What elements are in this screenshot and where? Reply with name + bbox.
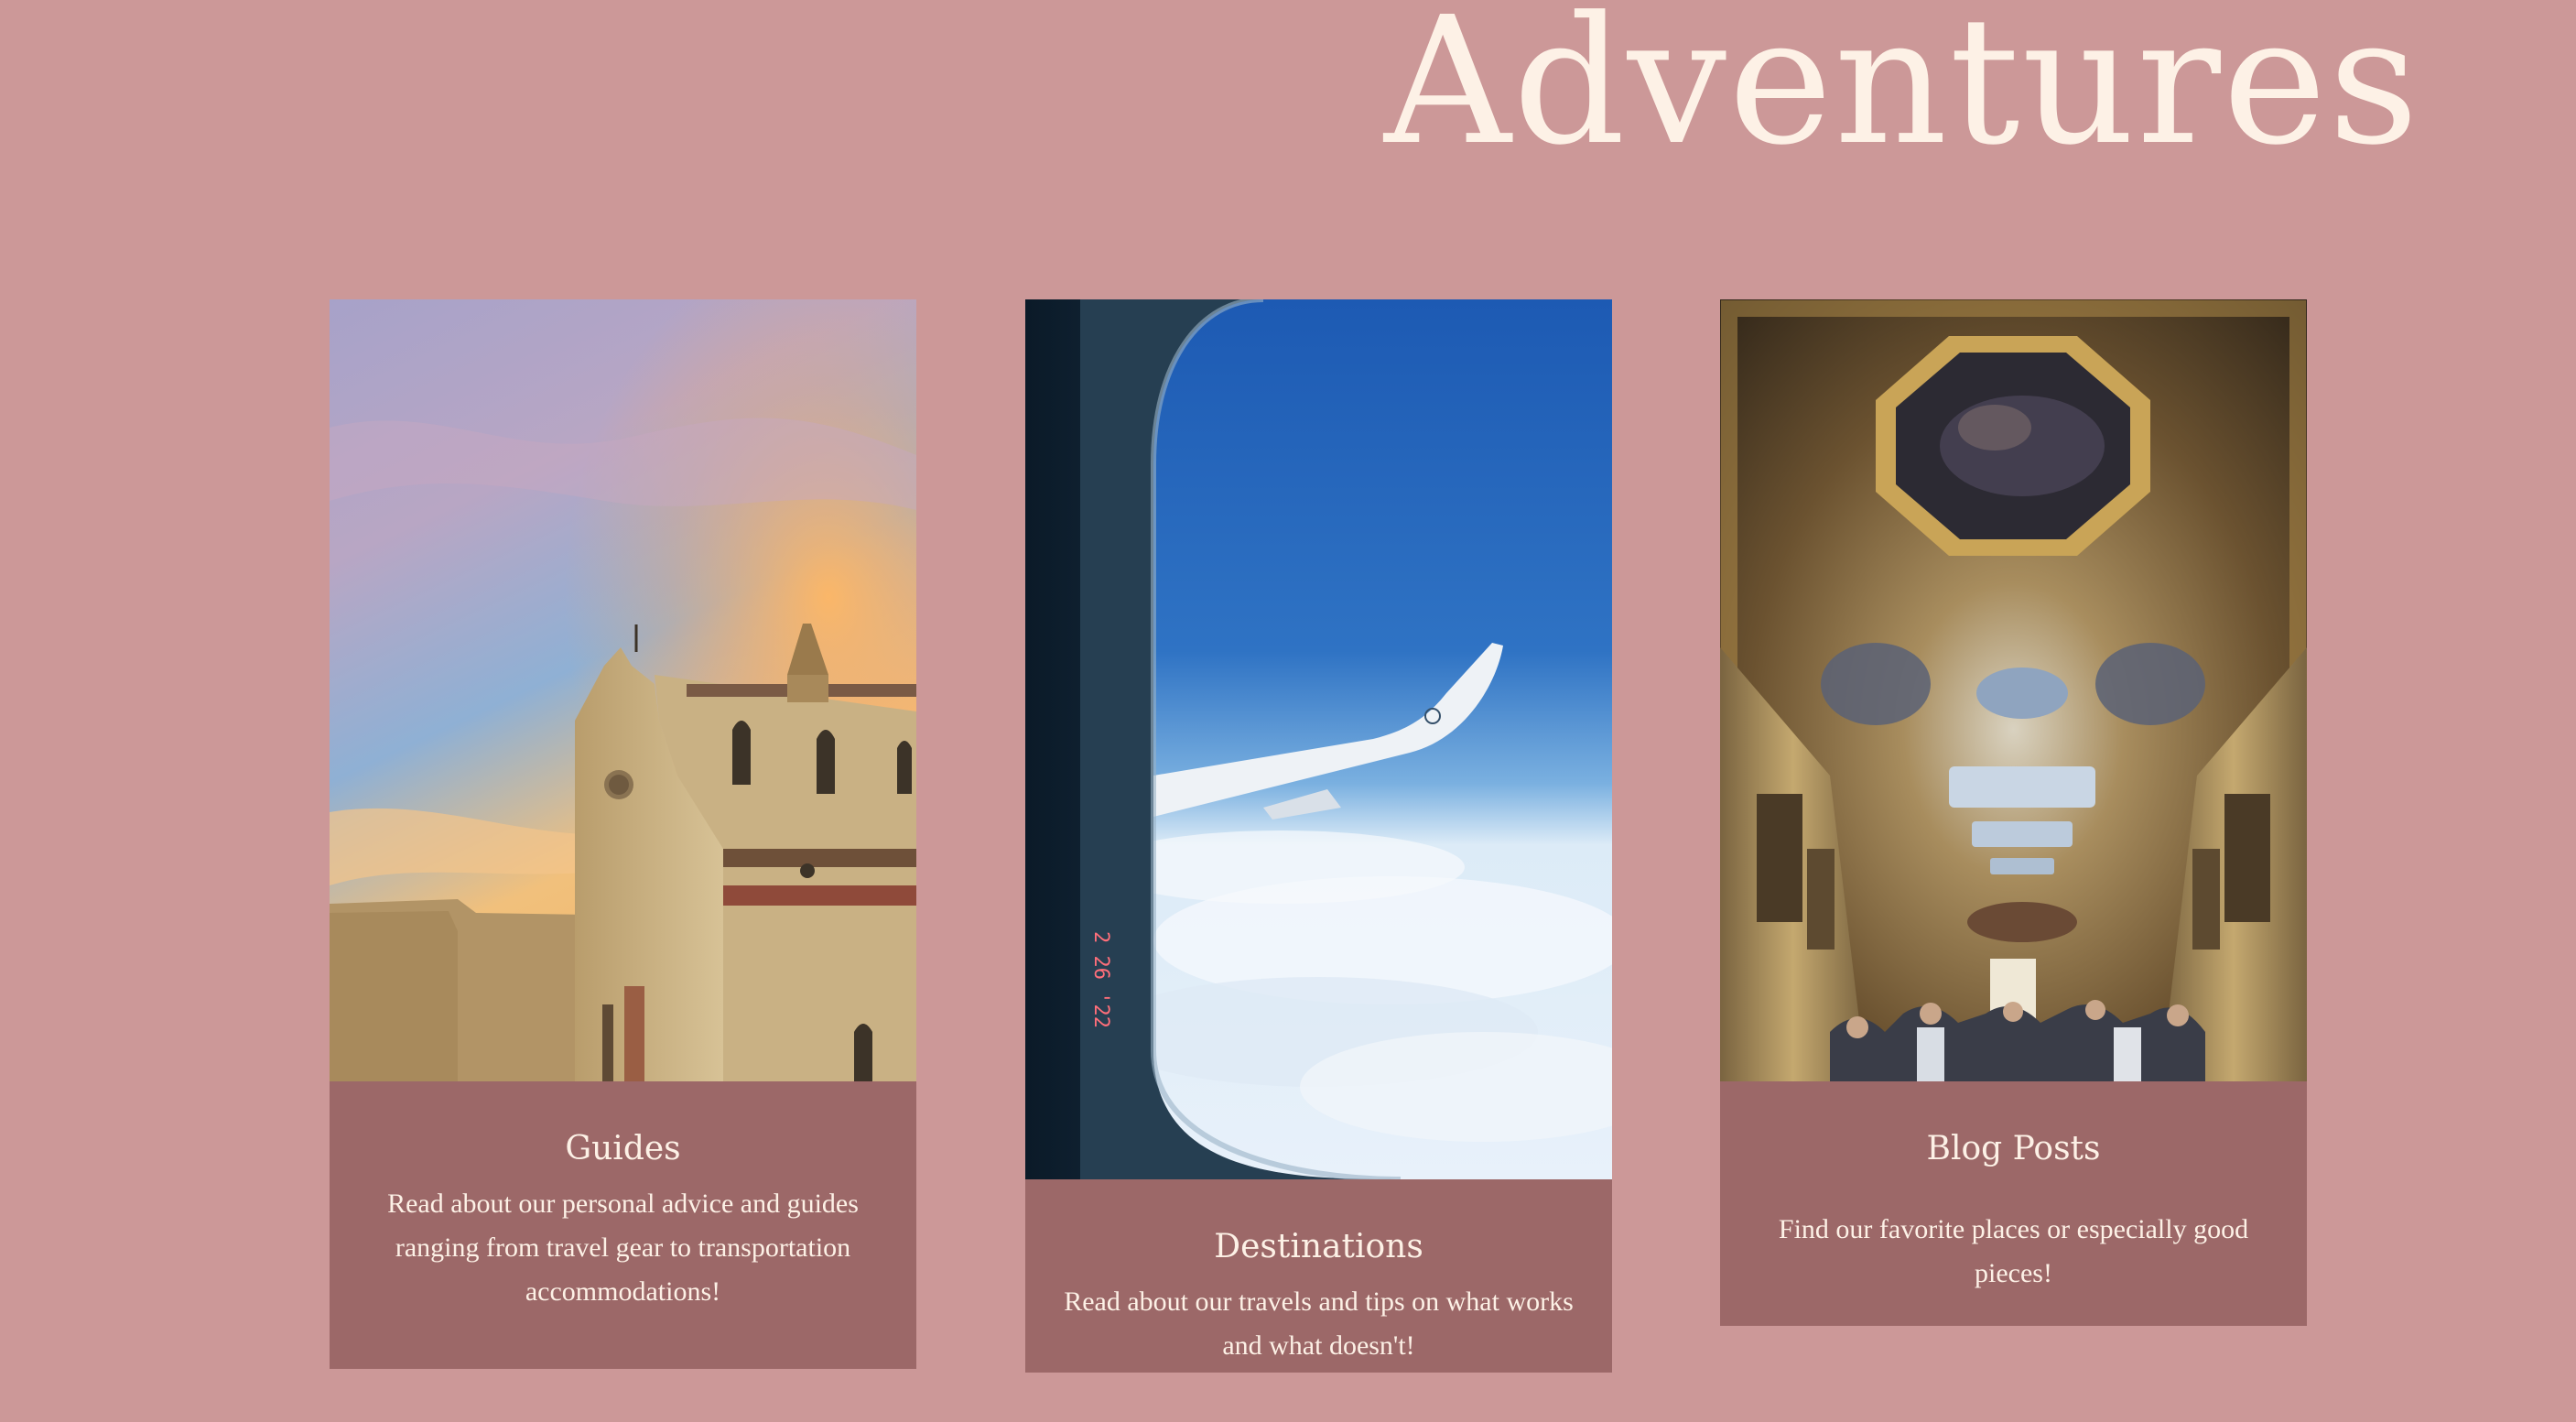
card-title[interactable]: Guides bbox=[353, 1129, 893, 1169]
card-title[interactable]: Destinations bbox=[1049, 1227, 1588, 1267]
card-description: Read about our travels and tips on what … bbox=[1064, 1286, 1574, 1361]
card-title[interactable]: Blog Posts bbox=[1744, 1129, 2283, 1169]
card-body: Guides Read about our personal advice an… bbox=[330, 1081, 916, 1369]
card-body: Blog Posts Find our favorite places or e… bbox=[1720, 1081, 2307, 1326]
card-body: Destinations Read about our travels and … bbox=[1025, 1179, 1612, 1373]
photo-date-stamp: 2 26 '22 bbox=[1089, 931, 1112, 1028]
card-description: Find our favorite places or especially g… bbox=[1778, 1214, 2249, 1288]
ornate-gallery-ceiling-photo[interactable] bbox=[1720, 299, 2307, 1081]
page-title: Adventures bbox=[1384, 0, 2421, 184]
airplane-window-wing-photo[interactable]: 2 26 '22 bbox=[1025, 299, 1612, 1179]
church-at-sunset-photo[interactable] bbox=[330, 299, 916, 1081]
card-description: Read about our personal advice and guide… bbox=[387, 1189, 859, 1307]
